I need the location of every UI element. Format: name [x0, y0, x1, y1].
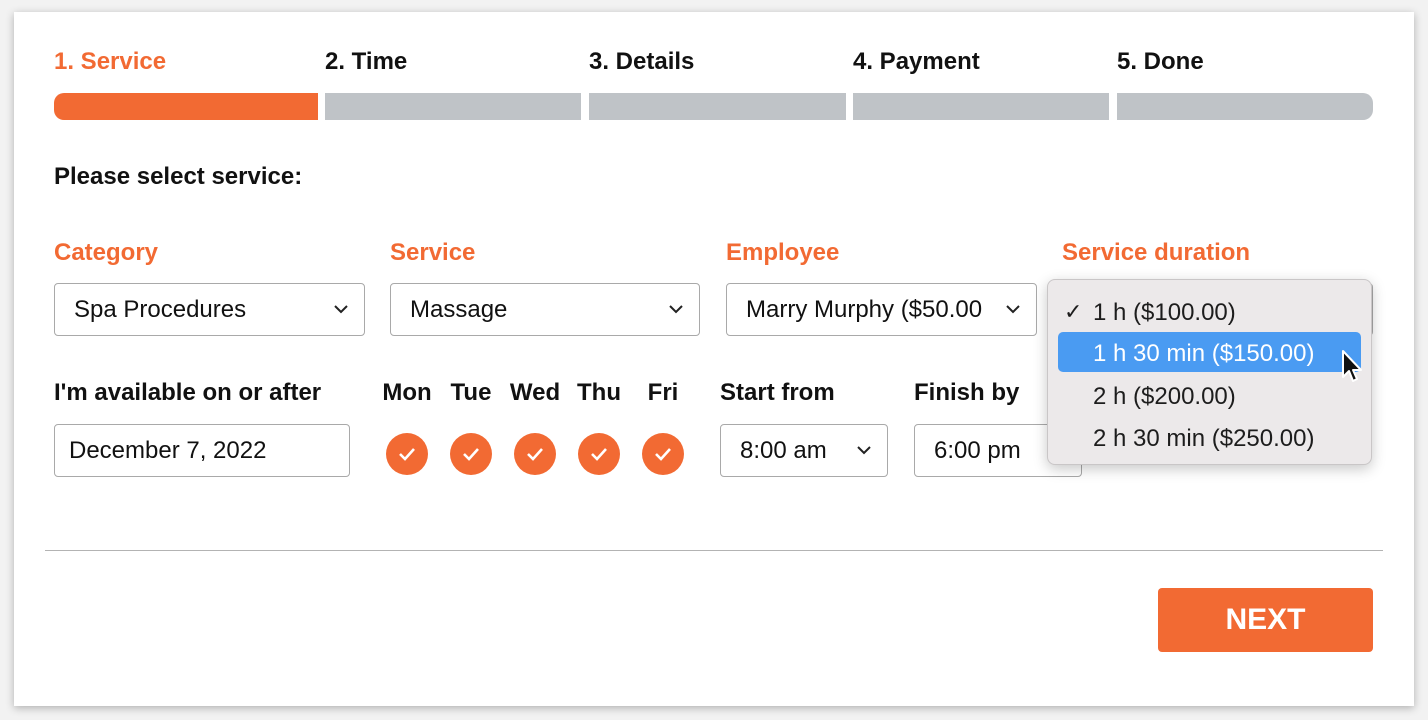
service-duration-dropdown: ✓ 1 h ($100.00) 1 h 30 min ($150.00) 2 h… — [1047, 279, 1372, 465]
divider — [45, 550, 1383, 551]
duration-option-2h30[interactable]: 2 h 30 min ($250.00) — [1058, 417, 1361, 457]
day-fri-checkbox[interactable] — [642, 433, 684, 475]
service-select-value: Massage — [410, 296, 508, 323]
start-time-select[interactable]: 8:00 am — [720, 424, 888, 477]
duration-option-label: 2 h ($200.00) — [1093, 383, 1236, 410]
availability-label: I'm available on or after — [54, 379, 322, 406]
checkmark-icon — [655, 448, 671, 461]
chevron-down-icon — [849, 425, 879, 475]
day-thu-label: Thu — [577, 379, 621, 406]
chevron-down-icon — [326, 284, 356, 334]
duration-option-1h[interactable]: ✓ 1 h ($100.00) — [1058, 291, 1361, 331]
step-done-bar — [1117, 93, 1373, 120]
step-payment-bar — [853, 93, 1109, 120]
day-wed-label: Wed — [509, 379, 561, 406]
step-details-label[interactable]: 3. Details — [589, 48, 694, 76]
chevron-down-icon — [998, 284, 1028, 334]
start-time-value: 8:00 am — [740, 437, 827, 464]
available-date-input[interactable]: December 7, 2022 — [54, 424, 350, 477]
step-time-label[interactable]: 2. Time — [325, 48, 407, 76]
service-label: Service — [390, 239, 476, 266]
duration-option-1h30[interactable]: 1 h 30 min ($150.00) — [1058, 332, 1361, 372]
step-done-label[interactable]: 5. Done — [1117, 48, 1204, 76]
checkmark-icon — [463, 448, 479, 461]
duration-option-2h[interactable]: 2 h ($200.00) — [1058, 375, 1361, 415]
day-thu-checkbox[interactable] — [578, 433, 620, 475]
day-mon-checkbox[interactable] — [386, 433, 428, 475]
step-service-label[interactable]: 1. Service — [54, 48, 166, 76]
duration-option-label: 1 h 30 min ($150.00) — [1093, 340, 1315, 367]
selected-check-icon: ✓ — [1064, 299, 1083, 324]
mouse-cursor-icon — [1342, 350, 1362, 382]
day-wed-checkbox[interactable] — [514, 433, 556, 475]
finish-time-value: 6:00 pm — [934, 437, 1021, 464]
category-select[interactable]: Spa Procedures — [54, 283, 365, 336]
checkmark-icon — [591, 448, 607, 461]
day-fri-label: Fri — [647, 379, 679, 406]
service-duration-label: Service duration — [1062, 239, 1251, 266]
category-select-value: Spa Procedures — [74, 296, 247, 323]
duration-option-label: 2 h 30 min ($250.00) — [1093, 425, 1315, 452]
start-from-label: Start from — [720, 379, 835, 406]
day-tue-label: Tue — [450, 379, 492, 406]
chevron-down-icon — [661, 284, 691, 334]
checkmark-icon — [399, 448, 415, 461]
step-payment-label[interactable]: 4. Payment — [853, 48, 980, 76]
step-service-bar — [54, 93, 318, 120]
step-time-bar — [325, 93, 581, 120]
duration-option-label: 1 h ($100.00) — [1093, 299, 1236, 326]
category-label: Category — [54, 239, 159, 266]
service-select[interactable]: Massage — [390, 283, 700, 336]
next-button[interactable]: NEXT — [1158, 588, 1373, 652]
employee-select-value: Marry Murphy ($50.00 — [746, 296, 983, 323]
step-details-bar — [589, 93, 846, 120]
checkmark-icon — [527, 448, 543, 461]
day-mon-label: Mon — [382, 379, 432, 406]
finish-by-label: Finish by — [914, 379, 1020, 406]
day-tue-checkbox[interactable] — [450, 433, 492, 475]
page-heading: Please select service: — [54, 163, 303, 190]
employee-select[interactable]: Marry Murphy ($50.00 — [726, 283, 1037, 336]
employee-label: Employee — [726, 239, 840, 266]
